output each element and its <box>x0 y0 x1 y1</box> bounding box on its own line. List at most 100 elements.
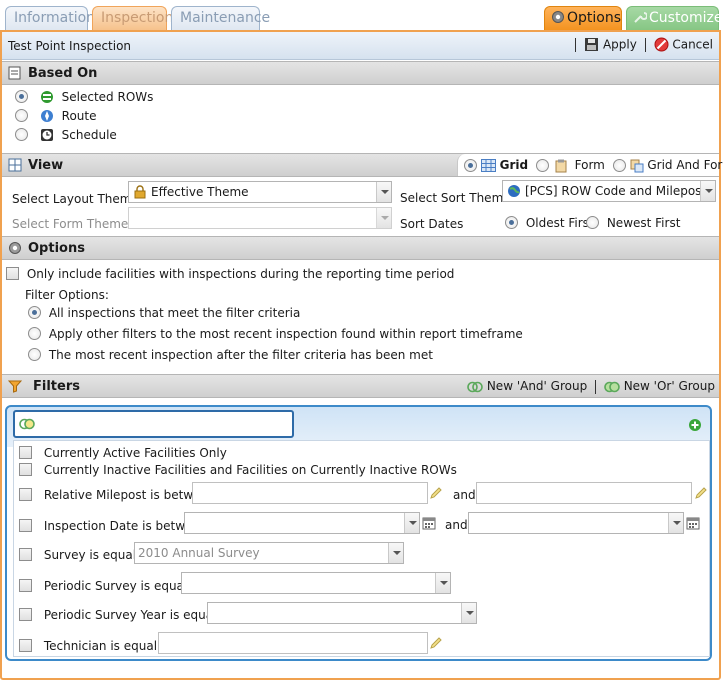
milepost-checkbox[interactable] <box>19 488 32 501</box>
only-include-label: Only include facilities with inspections… <box>26 266 455 281</box>
radio-most-recent[interactable] <box>28 348 41 361</box>
filter-inactive-facilities[interactable]: Currently Inactive Facilities and Facili… <box>19 462 457 477</box>
radio-oldest-first[interactable] <box>505 216 518 229</box>
pencil-icon[interactable] <box>429 636 443 650</box>
divider <box>644 37 646 52</box>
tab-options[interactable]: Options <box>544 6 622 30</box>
divider <box>575 37 577 52</box>
sort-oldest-first[interactable]: Oldest First <box>505 215 594 230</box>
new-or-group-button[interactable]: New 'Or' Group <box>604 379 715 393</box>
tab-options-label: Options <box>567 10 622 26</box>
and-group-icon <box>467 381 483 392</box>
active-facilities-checkbox[interactable] <box>19 446 32 459</box>
filter-relative-milepost[interactable]: Relative Milepost is between <box>19 487 215 502</box>
radio-newest-first[interactable] <box>586 216 599 229</box>
inspection-date-checkbox[interactable] <box>19 519 32 532</box>
filter-active-facilities[interactable]: Currently Active Facilities Only <box>19 445 227 460</box>
chevron-down-icon[interactable] <box>388 543 403 563</box>
technician-input[interactable] <box>158 632 428 654</box>
inspection-date-from-picker[interactable] <box>184 512 420 534</box>
technician-checkbox[interactable] <box>19 639 32 652</box>
radio-selected-rows[interactable] <box>15 90 28 103</box>
filter-list: Currently Active Facilities Only Current… <box>13 440 710 657</box>
filter-survey[interactable]: Survey is equal to <box>19 547 152 562</box>
grid-view-icon <box>8 158 22 176</box>
inactive-facilities-checkbox[interactable] <box>19 463 32 476</box>
based-on-route[interactable]: Route <box>15 108 97 123</box>
tab-maintenance[interactable]: Maintenance <box>171 6 270 30</box>
chevron-down-icon[interactable] <box>376 208 391 228</box>
chevron-down-icon[interactable] <box>700 181 715 201</box>
filter-option-all[interactable]: All inspections that meet the filter cri… <box>28 305 300 320</box>
new-and-group-label: New 'And' Group <box>486 379 588 393</box>
layout-theme-dropdown[interactable]: Effective Theme <box>128 181 392 203</box>
new-and-group-button[interactable]: New 'And' Group <box>467 379 591 393</box>
radio-grid-and-form[interactable] <box>612 159 626 172</box>
calendar-icon[interactable] <box>686 516 700 530</box>
sort-theme-label: Select Sort Theme <box>400 191 511 205</box>
periodic-survey-dropdown[interactable] <box>181 572 451 594</box>
only-include-checkbox[interactable] <box>6 267 19 280</box>
grid-and-form-label: Grid And Form <box>647 158 723 172</box>
title-bar: Test Point Inspection Apply Cancel <box>2 32 719 60</box>
tab-information[interactable]: Information <box>5 6 95 30</box>
milepost-to-input[interactable] <box>476 482 692 504</box>
funnel-icon <box>7 379 23 397</box>
radio-form[interactable] <box>535 159 549 172</box>
pencil-icon[interactable] <box>429 486 443 500</box>
chevron-down-icon[interactable] <box>404 513 419 533</box>
filter-periodic-survey[interactable]: Periodic Survey is equal to <box>19 578 203 593</box>
layout-theme-label: Select Layout Theme <box>12 192 139 206</box>
periodic-survey-checkbox[interactable] <box>19 579 32 592</box>
radio-grid[interactable] <box>464 159 477 172</box>
add-filter-icon[interactable] <box>688 418 702 432</box>
filter-option-apply-other[interactable]: Apply other filters to the most recent i… <box>28 326 523 341</box>
form-theme-dropdown[interactable] <box>128 207 392 229</box>
oldest-first-label: Oldest First <box>525 215 594 230</box>
radio-all-inspections[interactable] <box>28 306 41 319</box>
filter-technician[interactable]: Technician is equal to <box>19 638 173 653</box>
based-on-schedule[interactable]: Schedule <box>15 127 117 142</box>
radio-route[interactable] <box>15 109 28 122</box>
tab-customize[interactable]: Customize <box>626 6 723 30</box>
only-include-option[interactable]: Only include facilities with inspections… <box>6 266 454 281</box>
filter-option-most-recent[interactable]: The most recent inspection after the fil… <box>28 347 433 362</box>
all-inspections-label: All inspections that meet the filter cri… <box>48 305 301 320</box>
chevron-down-icon[interactable] <box>376 182 391 202</box>
sort-theme-dropdown[interactable]: [PCS] ROW Code and Milepost <box>502 180 716 202</box>
based-on-selected-rows[interactable]: Selected ROWs <box>15 89 153 104</box>
sort-newest-first[interactable]: Newest First <box>586 215 680 230</box>
survey-dropdown[interactable]: 2010 Annual Survey <box>134 542 404 564</box>
milepost-from-input[interactable] <box>192 482 428 504</box>
cancel-button[interactable]: Cancel <box>654 37 713 52</box>
radio-apply-other[interactable] <box>28 327 41 340</box>
chevron-down-icon[interactable] <box>435 573 450 593</box>
and-group-icon <box>19 418 35 430</box>
apply-button[interactable]: Apply <box>584 37 641 52</box>
document-icon <box>8 66 21 84</box>
divider <box>595 379 597 394</box>
chevron-down-icon[interactable] <box>668 513 683 533</box>
filter-group-input[interactable] <box>13 410 294 438</box>
inspection-date-to-picker[interactable] <box>468 512 684 534</box>
radio-schedule[interactable] <box>15 128 28 141</box>
chevron-down-icon[interactable] <box>461 603 476 623</box>
grid-mode-label: Grid <box>499 158 529 172</box>
clock-icon <box>40 128 53 141</box>
options-title: Options <box>28 241 85 256</box>
filter-inspection-date[interactable]: Inspection Date is between <box>19 518 207 533</box>
gear-icon <box>551 10 565 28</box>
page-title: Test Point Inspection <box>8 39 132 53</box>
survey-checkbox[interactable] <box>19 548 32 561</box>
tab-inspection[interactable]: Inspection <box>92 6 173 30</box>
schedule-label: Schedule <box>61 127 117 142</box>
calendar-icon[interactable] <box>422 516 436 530</box>
active-facilities-label: Currently Active Facilities Only <box>43 445 227 460</box>
periodic-survey-year-checkbox[interactable] <box>19 608 32 621</box>
sort-theme-value: [PCS] ROW Code and Milepost <box>525 184 707 198</box>
periodic-survey-year-dropdown[interactable] <box>207 602 477 624</box>
pencil-icon[interactable] <box>694 486 708 500</box>
filter-periodic-survey-year[interactable]: Periodic Survey Year is equal to <box>19 607 232 622</box>
view-mode-selector: Grid Form Grid And Form <box>457 154 723 176</box>
form-icon <box>555 159 567 172</box>
